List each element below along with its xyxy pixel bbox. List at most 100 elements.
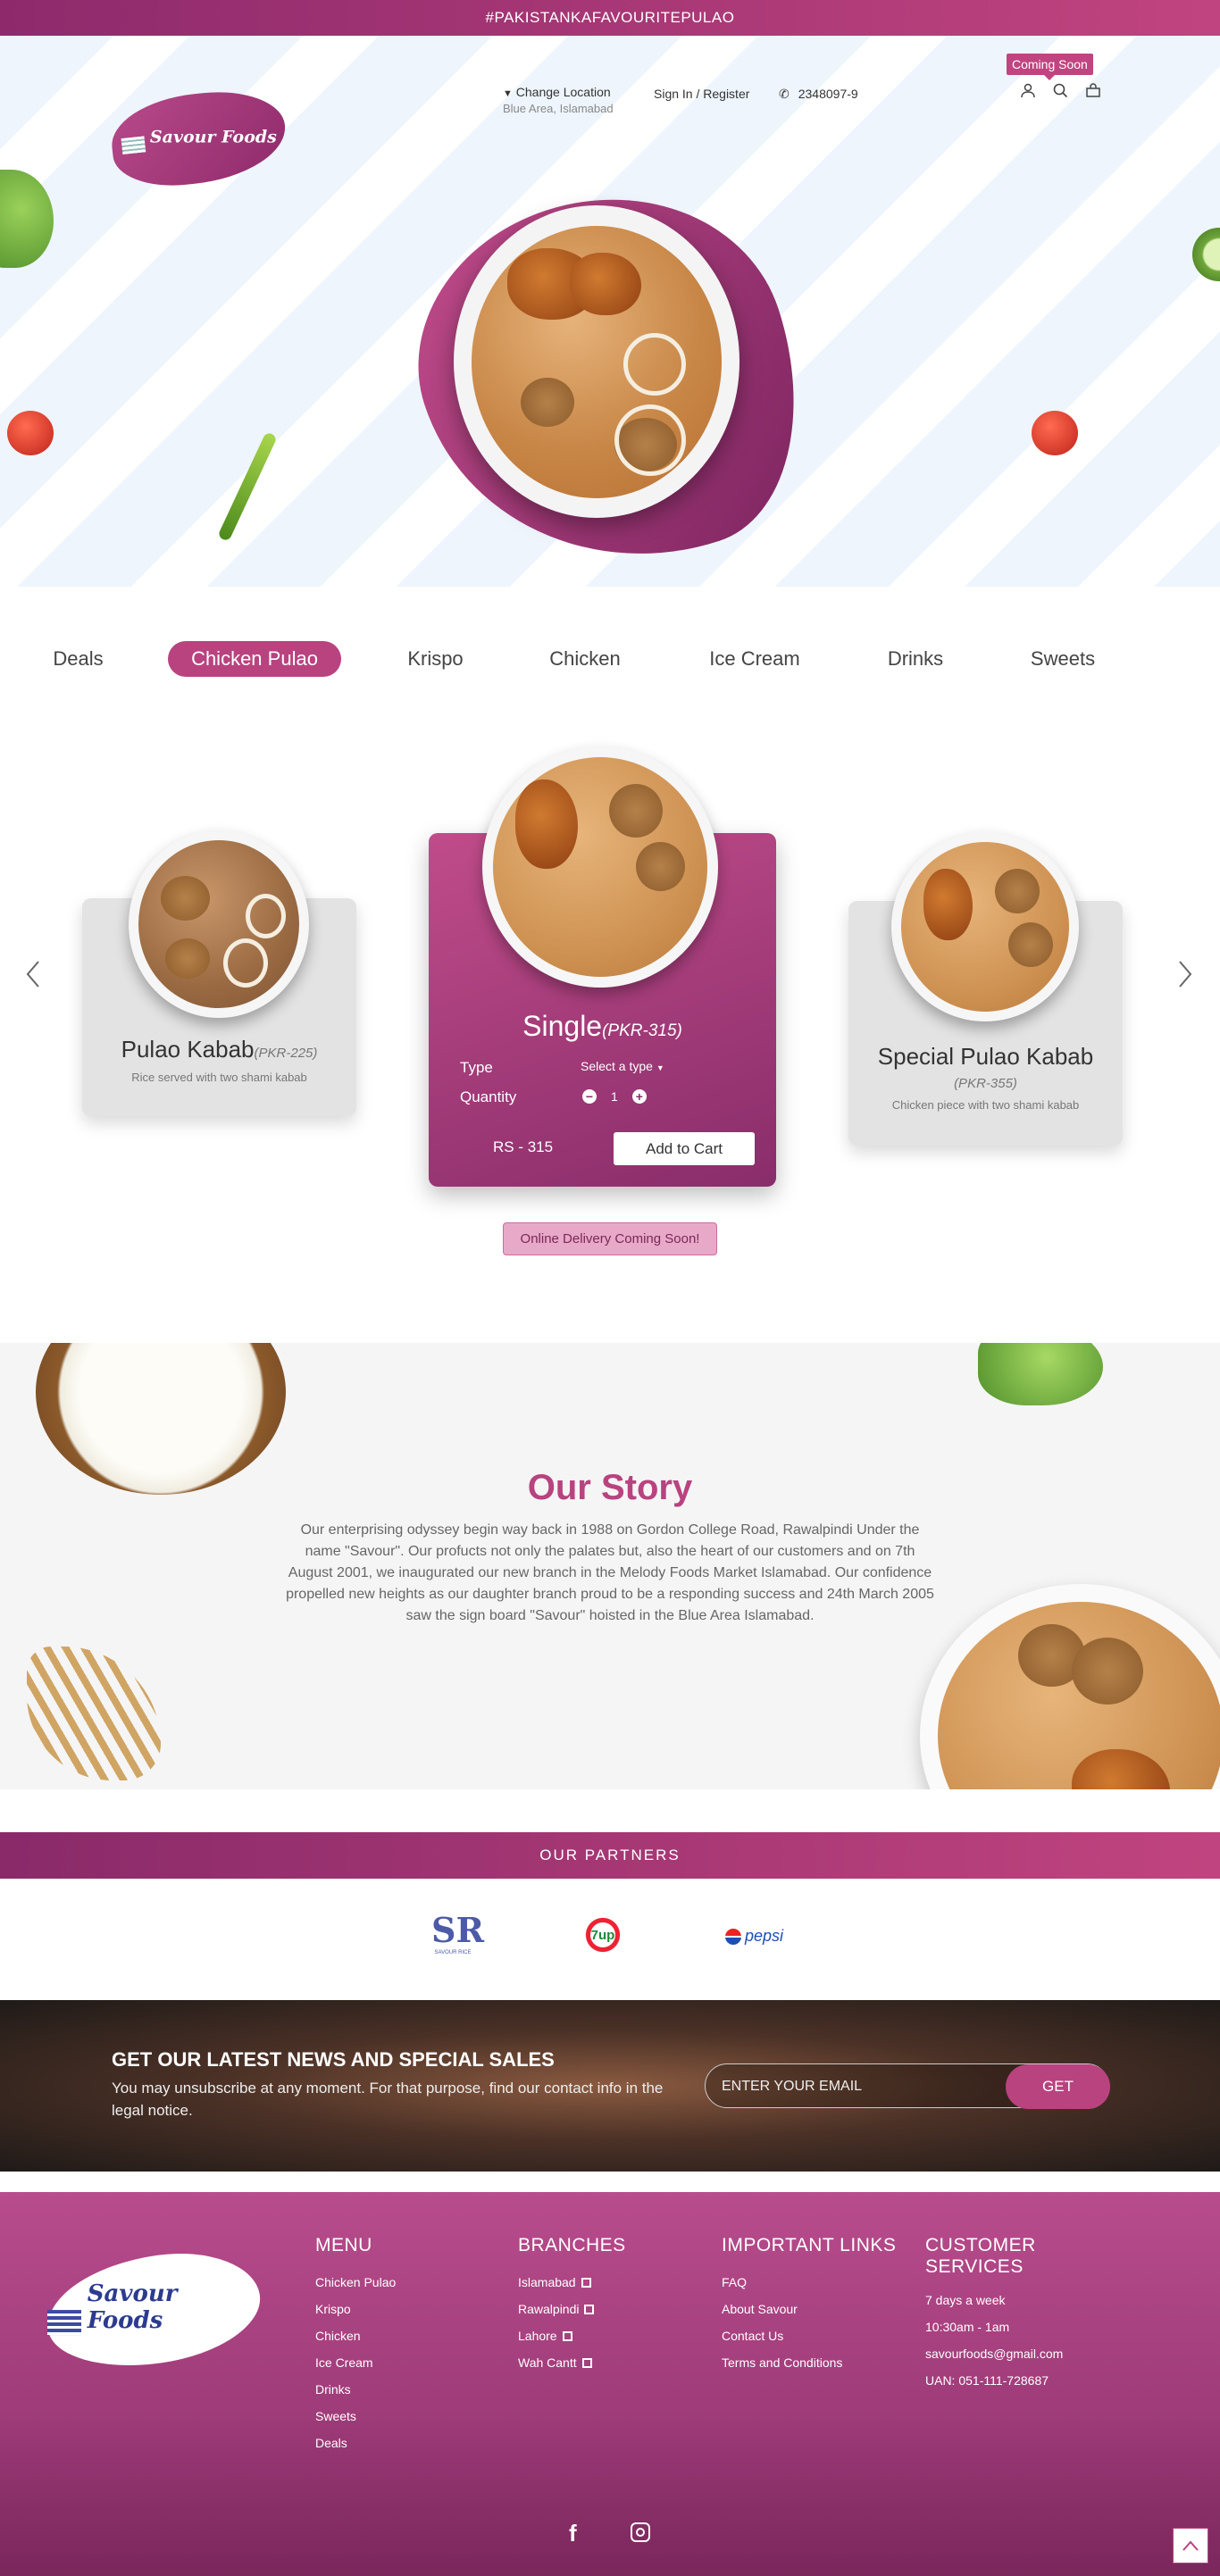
cucumber-decoration: [1192, 228, 1220, 281]
hero-food-plate: [454, 205, 740, 518]
sr-logo-mark: SR: [431, 1910, 485, 1950]
pulao-plate-image: [920, 1584, 1220, 1789]
footer-logo[interactable]: Savour Foods: [39, 2241, 268, 2379]
promo-banner: #PAKISTANKAFAVOURITEPULAO: [0, 0, 1220, 36]
carousel-next-button[interactable]: [1177, 960, 1193, 993]
external-link-icon: [581, 2278, 591, 2288]
partners-title: OUR PARTNERS: [539, 1847, 681, 1863]
tab-sweets[interactable]: Sweets: [1018, 641, 1107, 677]
footer-link-faq[interactable]: FAQ: [722, 2269, 896, 2296]
tab-krispo[interactable]: Krispo: [393, 641, 478, 677]
total-price: RS - 315: [493, 1138, 554, 1155]
product-price: (PKR-315): [602, 1021, 682, 1040]
promo-text: #PAKISTANKAFAVOURITEPULAO: [485, 9, 735, 26]
chevron-down-icon: ▼: [656, 1063, 664, 1072]
product-name: Pulao Kabab: [121, 1036, 255, 1063]
type-select-value: Select a type: [581, 1059, 653, 1073]
lettuce-decoration: [978, 1343, 1103, 1405]
footer-link-sweets[interactable]: Sweets: [315, 2403, 396, 2430]
branch-link-rawalpindi[interactable]: Rawalpindi: [518, 2296, 626, 2322]
service-uan: UAN: 051-111-728687: [925, 2373, 1049, 2388]
footer-link-chicken-pulao[interactable]: Chicken Pulao: [315, 2269, 396, 2296]
footer-link-chicken[interactable]: Chicken: [315, 2322, 396, 2349]
pepsi-globe-icon: [725, 1928, 741, 1945]
our-story-section: Our Story Our enterprising odyssey begin…: [0, 1343, 1220, 1789]
type-select[interactable]: Select a type ▼: [581, 1059, 664, 1073]
product-price: (PKR-225): [254, 1046, 318, 1061]
tab-ice-cream[interactable]: Ice Cream: [697, 641, 813, 677]
partner-logo-pepsi: pepsi: [725, 1927, 783, 1946]
footer-link-ice-cream[interactable]: Ice Cream: [315, 2349, 396, 2376]
type-label: Type: [460, 1059, 493, 1076]
service-email[interactable]: savourfoods@gmail.com: [925, 2340, 1086, 2367]
add-to-cart-button[interactable]: Add to Cart: [614, 1132, 755, 1165]
wheat-decoration: [27, 1646, 161, 1780]
facebook-icon[interactable]: f: [569, 2520, 577, 2547]
branch-link-wah-cantt[interactable]: Wah Cantt: [518, 2349, 626, 2376]
quantity-label: Quantity: [460, 1088, 517, 1105]
footer-link-contact[interactable]: Contact Us: [722, 2322, 896, 2349]
change-location[interactable]: ▼ Change Location Blue Area, Islamabad: [503, 85, 614, 115]
chevron-down-icon: ▼: [503, 88, 513, 99]
branch-name: Rawalpindi: [518, 2302, 580, 2316]
footer-link-krispo[interactable]: Krispo: [315, 2296, 396, 2322]
quantity-value: 1: [611, 1089, 618, 1104]
phone-icon: ✆: [779, 87, 790, 101]
lettuce-decoration: [0, 170, 54, 268]
back-to-top-button[interactable]: [1173, 2528, 1208, 2563]
location-value: Blue Area, Islamabad: [503, 102, 614, 115]
footer-menu-column: MENU Chicken Pulao Krispo Chicken Ice Cr…: [315, 2235, 396, 2456]
story-title: Our Story: [527, 1468, 693, 1507]
signin-link[interactable]: Sign In / Register: [654, 87, 749, 101]
quantity-increase-button[interactable]: +: [631, 1089, 647, 1104]
service-hours: 10:30am - 1am: [925, 2320, 1010, 2334]
product-description: Rice served with two shami kabab: [131, 1071, 307, 1084]
external-link-icon: [584, 2305, 595, 2314]
tab-deals[interactable]: Deals: [36, 641, 121, 677]
pepsi-logo-text: pepsi: [745, 1927, 784, 1945]
branch-link-islamabad[interactable]: Islamabad: [518, 2269, 626, 2296]
phone-link[interactable]: ✆ 2348097-9: [779, 87, 858, 102]
chili-decoration: [217, 431, 278, 542]
search-icon[interactable]: [1052, 82, 1068, 103]
branch-name: Islamabad: [518, 2275, 576, 2289]
branch-name: Lahore: [518, 2329, 557, 2343]
footer-logo-text: Savour Foods: [87, 2280, 178, 2334]
tomato-decoration-right: [1032, 411, 1078, 455]
logo-flag-icon: [46, 2310, 81, 2336]
footer-link-drinks[interactable]: Drinks: [315, 2376, 396, 2403]
coming-soon-tooltip: Coming Soon: [1007, 54, 1093, 80]
footer-link-deals[interactable]: Deals: [315, 2430, 396, 2456]
sr-logo-caption: SAVOUR RICE: [434, 1950, 472, 1955]
phone-number: 2348097-9: [798, 87, 858, 101]
instagram-icon[interactable]: [631, 2522, 650, 2542]
hero-section: Savour Foods ▼ Change Location Blue Area…: [0, 36, 1220, 587]
subscribe-button[interactable]: GET: [1006, 2064, 1110, 2109]
tomato-decoration: [7, 411, 54, 455]
branch-link-lahore[interactable]: Lahore: [518, 2322, 626, 2349]
footer-menu-title: MENU: [315, 2235, 372, 2255]
tab-chicken-pulao[interactable]: Chicken Pulao: [168, 641, 341, 677]
partner-logo-7up: 7up: [583, 1912, 623, 1958]
external-link-icon: [581, 2358, 592, 2368]
footer-link-about[interactable]: About Savour: [722, 2296, 896, 2322]
product-name: Single: [522, 1010, 603, 1042]
city-skyline-silhouette: [0, 2415, 1220, 2576]
7up-logo-text: 7up: [590, 1927, 615, 1943]
footer-links-column: IMPORTANT LINKS FAQ About Savour Contact…: [722, 2235, 896, 2376]
newsletter-form: GET: [705, 2063, 1110, 2109]
brand-logo[interactable]: Savour Foods: [107, 85, 290, 192]
cart-icon[interactable]: [1085, 82, 1101, 103]
tab-chicken[interactable]: Chicken: [536, 641, 634, 677]
footer-link-terms[interactable]: Terms and Conditions: [722, 2349, 896, 2376]
carousel-prev-button[interactable]: [25, 960, 41, 996]
newsletter-section: GET OUR LATEST NEWS AND SPECIAL SALES Yo…: [0, 2000, 1220, 2172]
service-days: 7 days a week: [925, 2293, 1006, 2307]
tab-drinks[interactable]: Drinks: [871, 641, 960, 677]
user-icon[interactable]: [1020, 82, 1036, 103]
partners-heading-bar: OUR PARTNERS: [0, 1832, 1220, 1879]
email-input[interactable]: [722, 2076, 990, 2097]
quantity-decrease-button[interactable]: −: [582, 1089, 597, 1104]
delivery-notice: Online Delivery Coming Soon!: [503, 1222, 717, 1255]
partner-logo-savour-rice: SR SAVOUR RICE: [431, 1910, 485, 1961]
